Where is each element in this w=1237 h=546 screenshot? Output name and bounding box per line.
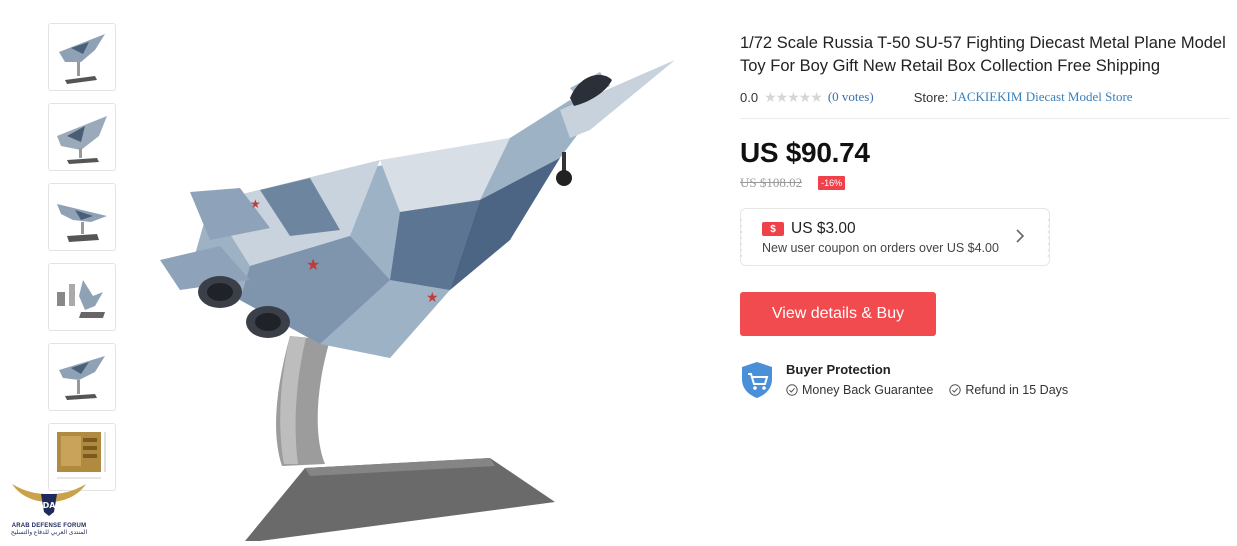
plane-thumbnail-image <box>59 356 105 400</box>
store-link[interactable]: JACKIEKIM Diecast Model Store <box>952 89 1132 105</box>
chevron-right-icon[interactable] <box>1013 227 1027 245</box>
main-product-image[interactable]: ★ ★ ★ <box>150 40 690 541</box>
coupon-notch-left <box>739 217 743 257</box>
protection-item: Refund in 15 Days <box>949 383 1068 397</box>
original-price: US $108.02 <box>740 175 803 190</box>
discount-badge: -16% <box>818 176 846 190</box>
protection-item: Money Back Guarantee <box>786 383 933 397</box>
svg-text:★: ★ <box>306 255 320 274</box>
protection-item-label: Money Back Guarantee <box>802 383 934 397</box>
watermark-badge: DA <box>43 501 57 510</box>
buyer-protection: Buyer Protection Money Back Guarantee Re… <box>740 361 1230 399</box>
shield-cart-icon <box>742 362 772 398</box>
check-circle-icon <box>949 384 962 396</box>
watermark-line2: المنتدى العربي للدفاع والتسليح <box>10 530 88 536</box>
protection-title: Buyer Protection <box>786 362 891 377</box>
svg-text:★: ★ <box>250 197 261 211</box>
coupon-card[interactable]: $ US $3.00 New user coupon on orders ove… <box>739 208 1051 266</box>
rating-row: 0.0 ★★★★★ (0 votes) Store: JACKIEKIM Die… <box>740 87 1230 107</box>
coupon-description: New user coupon on orders over US $4.00 <box>762 241 999 255</box>
current-price: US $90.74 <box>740 137 870 168</box>
eagle-emblem-icon: DA <box>12 484 86 516</box>
coupon-amount: US $3.00 <box>791 220 856 237</box>
coupon-notch-right <box>1047 217 1051 257</box>
thumbnail-list <box>48 23 118 503</box>
fighter-jet-model-illustration: ★ ★ ★ <box>160 60 675 541</box>
svg-text:★: ★ <box>426 290 439 306</box>
protection-text: Buyer Protection Money Back Guarantee Re… <box>786 361 1084 399</box>
thumbnail-1[interactable] <box>48 23 116 91</box>
thumbnail-4[interactable] <box>48 263 116 331</box>
view-details-buy-button[interactable]: View details & Buy <box>740 292 936 336</box>
thumbnail-5[interactable] <box>48 343 116 411</box>
rating-value: 0.0 <box>740 89 759 105</box>
plane-thumbnail-image <box>57 280 105 318</box>
check-circle-icon <box>786 384 798 396</box>
thumbnail-2[interactable] <box>48 103 116 171</box>
protection-item-label: Refund in 15 Days <box>965 383 1069 397</box>
star-rating-icon: ★★★★★ <box>764 88 823 105</box>
original-price-row: US $108.02 -16% <box>740 175 1230 191</box>
watermark-logo: DA ARAB DEFENSE FORUM المنتدى العربي للد… <box>8 478 90 538</box>
thumbnail-3[interactable] <box>48 183 116 251</box>
coupon-header: $ US $3.00 <box>762 220 1049 238</box>
plane-thumbnail-image <box>57 204 107 242</box>
product-info-panel: 1/72 Scale Russia T-50 SU-57 Fighting Di… <box>739 32 1230 399</box>
product-title: 1/72 Scale Russia T-50 SU-57 Fighting Di… <box>740 34 1226 75</box>
protection-items: Money Back Guarantee Refund in 15 Days <box>786 383 1084 397</box>
plane-thumbnail-image <box>59 34 105 84</box>
plane-thumbnail-image <box>57 116 107 164</box>
store-label: Store: <box>913 89 949 105</box>
dollar-tag-icon: $ <box>762 222 784 236</box>
votes-link[interactable]: (0 votes) <box>828 89 874 105</box>
divider <box>740 118 1230 119</box>
